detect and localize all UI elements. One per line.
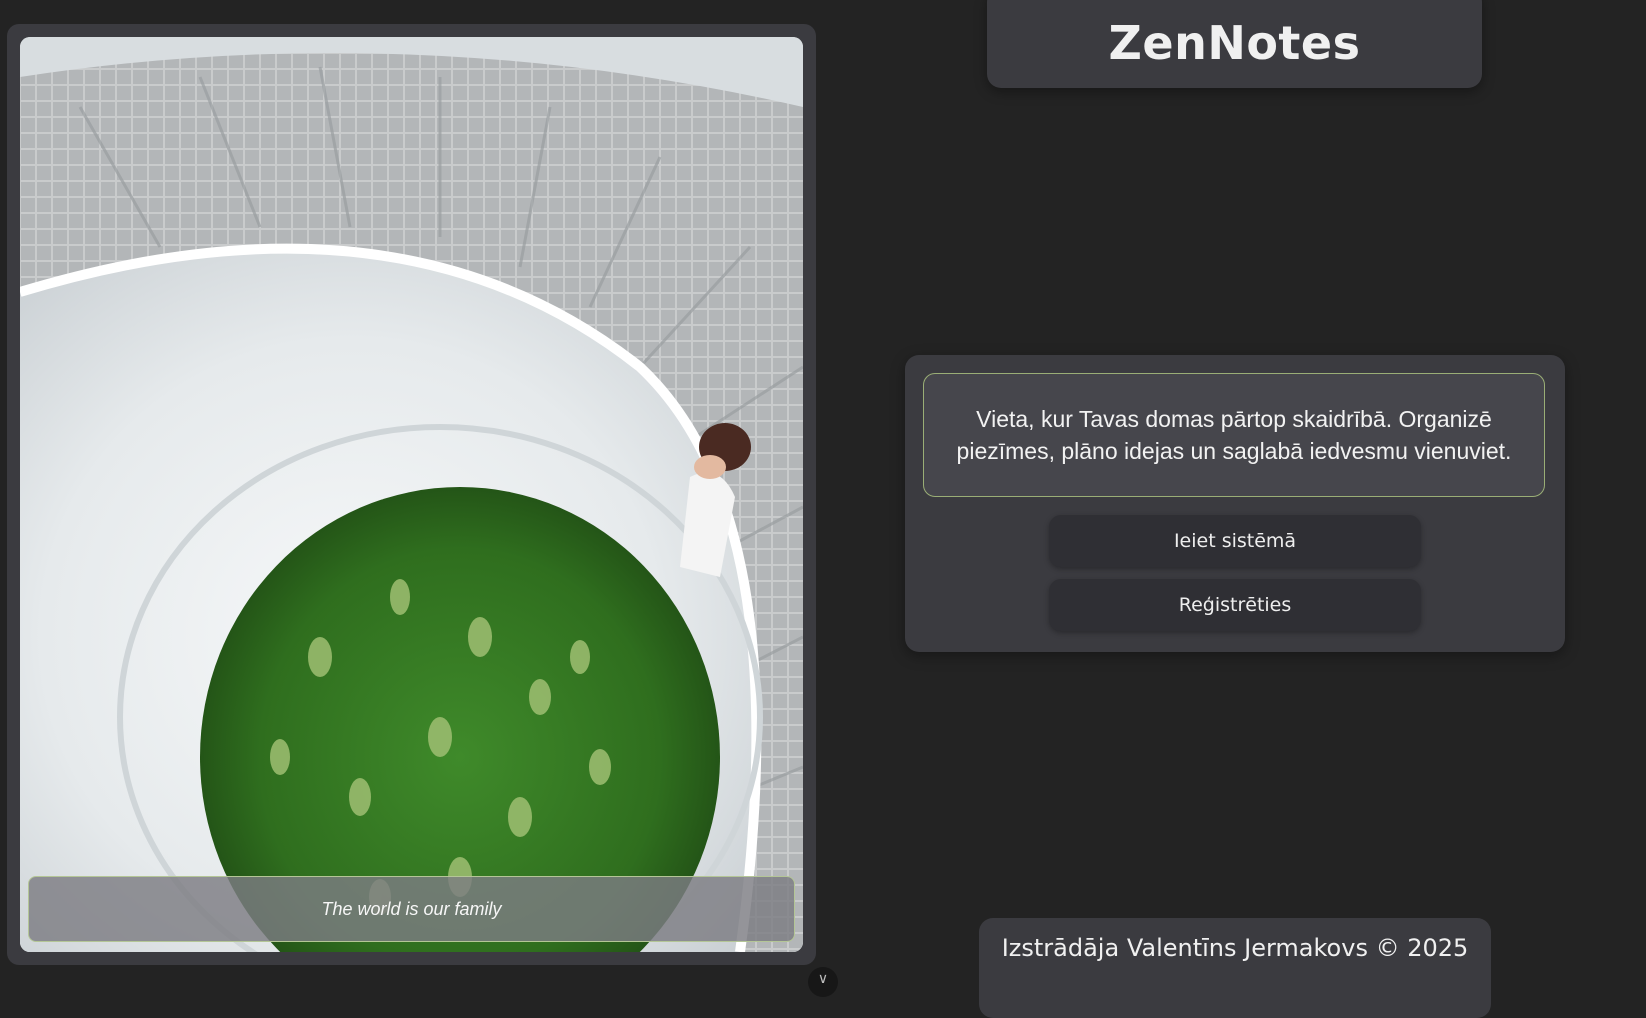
register-button[interactable]: Reģistrēties: [1049, 579, 1421, 631]
app-title-box: ZenNotes: [987, 0, 1482, 88]
tagline-text: Vieta, kur Tavas domas pārtop skaidrībā.…: [956, 406, 1512, 464]
hero-photo: The world is our family: [20, 37, 803, 952]
spiral-staircase-image: [20, 37, 803, 952]
photo-caption: The world is our family: [28, 876, 795, 942]
login-button[interactable]: Ieiet sistēmā: [1049, 515, 1421, 567]
app-title: ZenNotes: [1108, 16, 1361, 70]
caption-text: The world is our family: [321, 898, 502, 919]
hero-image-card: The world is our family: [7, 24, 816, 965]
footer: Izstrādāja Valentīns Jermakovs © 2025: [979, 918, 1491, 1018]
tagline-box: Vieta, kur Tavas domas pārtop skaidrībā.…: [923, 373, 1545, 497]
scroll-down-button[interactable]: ∨: [808, 967, 838, 997]
footer-credits: Izstrādāja Valentīns Jermakovs © 2025: [1001, 934, 1469, 962]
chevron-down-icon: ∨: [817, 971, 829, 987]
welcome-panel: Vieta, kur Tavas domas pārtop skaidrībā.…: [905, 355, 1565, 652]
